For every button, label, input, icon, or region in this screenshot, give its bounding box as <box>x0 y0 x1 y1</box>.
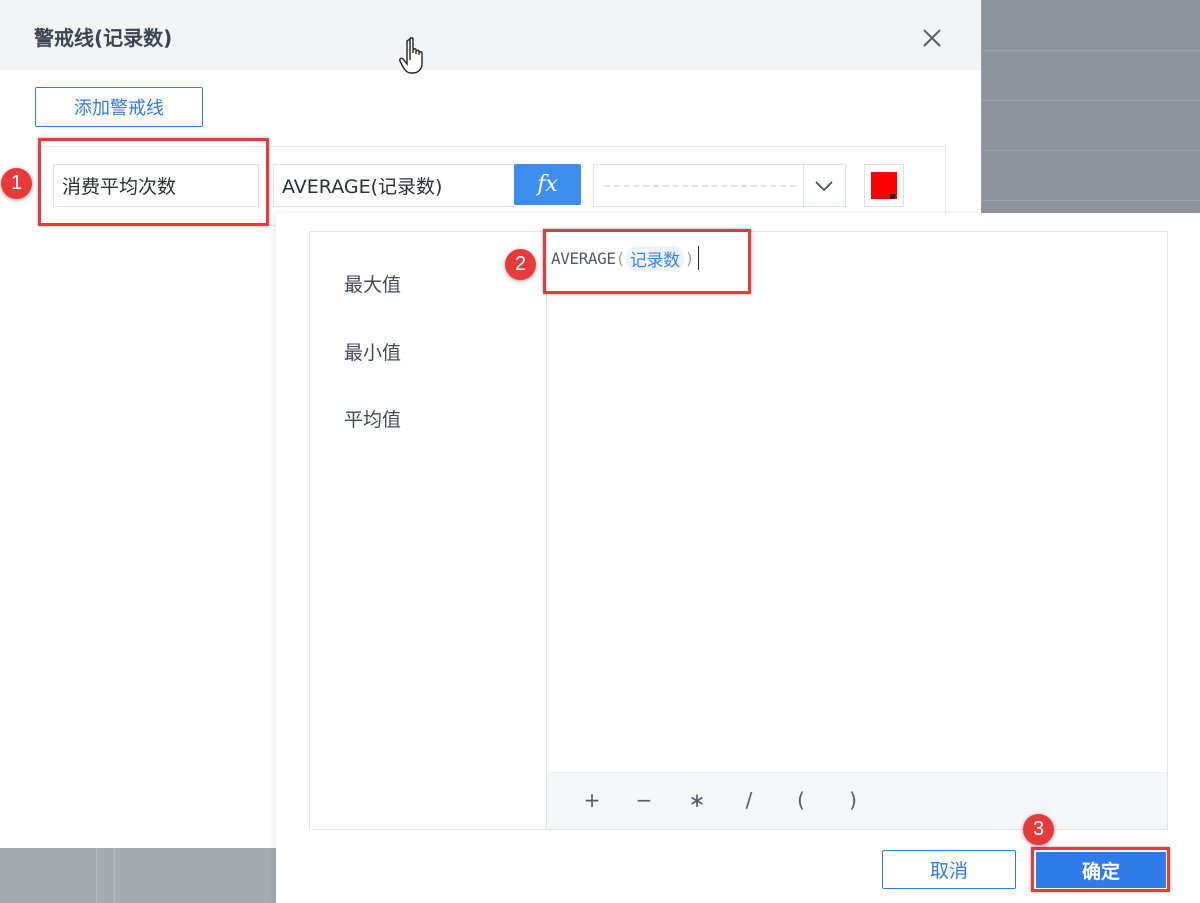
line-color-picker[interactable] <box>864 164 904 207</box>
fx-button[interactable]: fx <box>514 164 581 205</box>
chevron-down-icon[interactable] <box>813 177 835 195</box>
add-warning-line-button[interactable]: 添加警戒线 <box>35 87 203 127</box>
step-badge-3: 3 <box>1023 814 1054 845</box>
background-panel <box>982 0 1200 213</box>
dialog-title: 警戒线(记录数) <box>34 26 173 50</box>
background-divider <box>982 100 1200 101</box>
operator-divide-button[interactable]: / <box>737 788 761 812</box>
warning-line-formula-input[interactable]: AVERAGE(记录数) <box>273 164 516 207</box>
background-divider <box>982 50 1200 51</box>
cancel-button[interactable]: 取消 <box>882 850 1016 889</box>
background-cell <box>114 848 115 903</box>
step-badge-2: 2 <box>505 249 536 280</box>
color-dropdown-corner-icon <box>890 194 895 199</box>
function-item-min[interactable]: 最小值 <box>344 338 401 365</box>
close-icon[interactable] <box>918 24 946 52</box>
function-item-max[interactable]: 最大值 <box>344 270 401 297</box>
step-badge-1: 1 <box>1 168 32 199</box>
background-divider <box>982 150 1200 151</box>
function-item-average[interactable]: 平均值 <box>344 405 401 432</box>
highlight-box-step2 <box>543 229 751 294</box>
operator-open-paren-button[interactable]: ( <box>789 788 813 812</box>
formula-edit-area[interactable] <box>547 231 1168 772</box>
operator-plus-button[interactable]: + <box>580 788 604 812</box>
operator-minus-button[interactable]: − <box>632 788 656 812</box>
line-style-select[interactable] <box>593 164 846 207</box>
hand-cursor-icon <box>398 36 432 76</box>
background-divider <box>982 200 1200 201</box>
function-list <box>309 231 547 830</box>
highlight-box-step1 <box>38 138 269 226</box>
background-cell <box>96 848 97 903</box>
select-divider <box>803 165 804 206</box>
operator-close-paren-button[interactable]: ) <box>841 788 865 812</box>
dashed-line-preview <box>604 185 796 187</box>
operator-multiply-button[interactable]: ∗ <box>685 788 709 812</box>
highlight-box-step3 <box>1031 847 1170 892</box>
background-table <box>0 848 276 903</box>
